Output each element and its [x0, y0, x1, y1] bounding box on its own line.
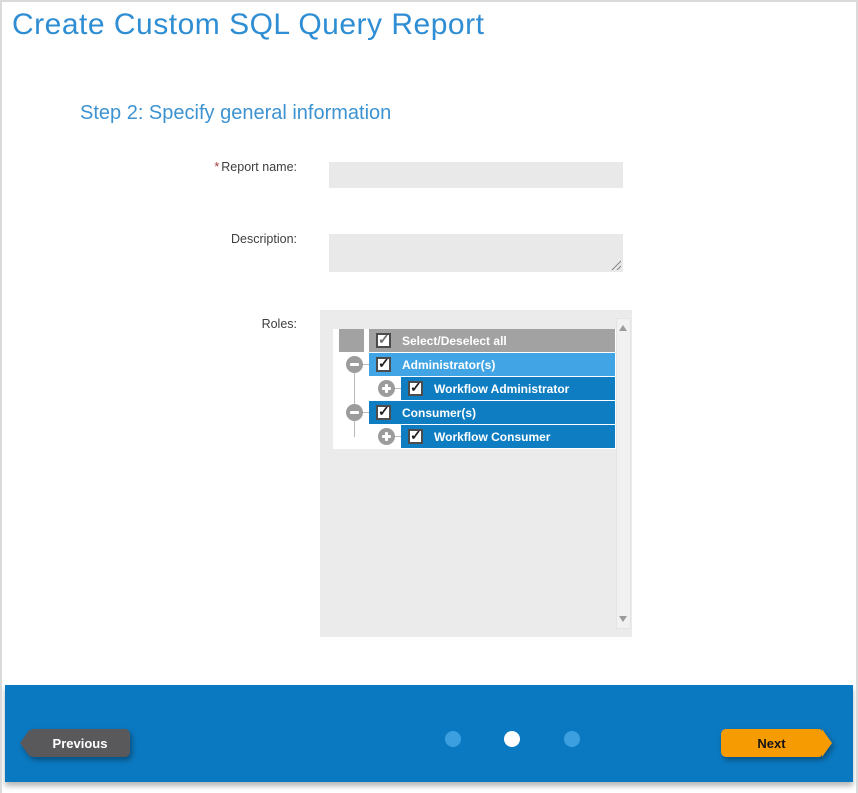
checkbox[interactable]: [408, 429, 423, 444]
collapse-icon[interactable]: [346, 404, 363, 421]
tree-connector: [354, 373, 355, 404]
step-dot-3[interactable]: [564, 731, 580, 747]
wizard-page: Create Custom SQL Query Report Step 2: S…: [0, 0, 858, 793]
vertical-scrollbar[interactable]: [616, 318, 631, 629]
next-button[interactable]: Next: [721, 729, 822, 757]
description-label: Description:: [172, 232, 297, 246]
roles-label: Roles:: [172, 317, 297, 331]
expand-icon[interactable]: [378, 428, 395, 445]
wizard-footer: Previous Next: [5, 685, 853, 782]
step-dot-2-active[interactable]: [504, 731, 520, 747]
tree-row-consumers[interactable]: Consumer(s): [369, 401, 615, 424]
page-title: Create Custom SQL Query Report: [12, 8, 484, 42]
tree-row-label: Consumer(s): [402, 406, 476, 420]
checkbox[interactable]: [408, 381, 423, 396]
tree-row-administrators[interactable]: Administrator(s): [369, 353, 615, 376]
tree-connector: [354, 421, 355, 437]
tree-header-row[interactable]: Select/Deselect all: [369, 329, 615, 352]
next-button-label: Next: [757, 736, 785, 751]
tree-row-label: Workflow Administrator: [434, 382, 569, 396]
tree-row-workflow-consumer[interactable]: Workflow Consumer: [401, 425, 615, 448]
tree-header-stub-cell: [339, 329, 364, 352]
description-field-wrap: [329, 234, 623, 272]
previous-button[interactable]: Previous: [30, 729, 130, 757]
collapse-icon[interactable]: [346, 356, 363, 373]
select-all-label: Select/Deselect all: [402, 334, 507, 348]
report-name-input[interactable]: [329, 162, 623, 188]
report-name-label: *Report name:: [172, 160, 297, 174]
checkbox[interactable]: [376, 357, 391, 372]
scroll-down-icon[interactable]: [619, 616, 627, 622]
tree-row-label: Administrator(s): [402, 358, 495, 372]
expand-icon[interactable]: [378, 380, 395, 397]
tree-row-workflow-administrator[interactable]: Workflow Administrator: [401, 377, 615, 400]
report-name-label-text: Report name:: [221, 160, 297, 174]
checkbox[interactable]: [376, 405, 391, 420]
required-marker: *: [214, 160, 219, 174]
scroll-up-icon[interactable]: [619, 325, 627, 331]
description-input[interactable]: [329, 234, 623, 272]
tree-row-label: Workflow Consumer: [434, 430, 550, 444]
select-all-checkbox[interactable]: [376, 333, 391, 348]
roles-listbox: Select/Deselect all Administrator(s) Wor…: [320, 310, 632, 637]
step-heading: Step 2: Specify general information: [80, 102, 391, 125]
step-dot-1[interactable]: [445, 731, 461, 747]
previous-button-label: Previous: [53, 736, 108, 751]
